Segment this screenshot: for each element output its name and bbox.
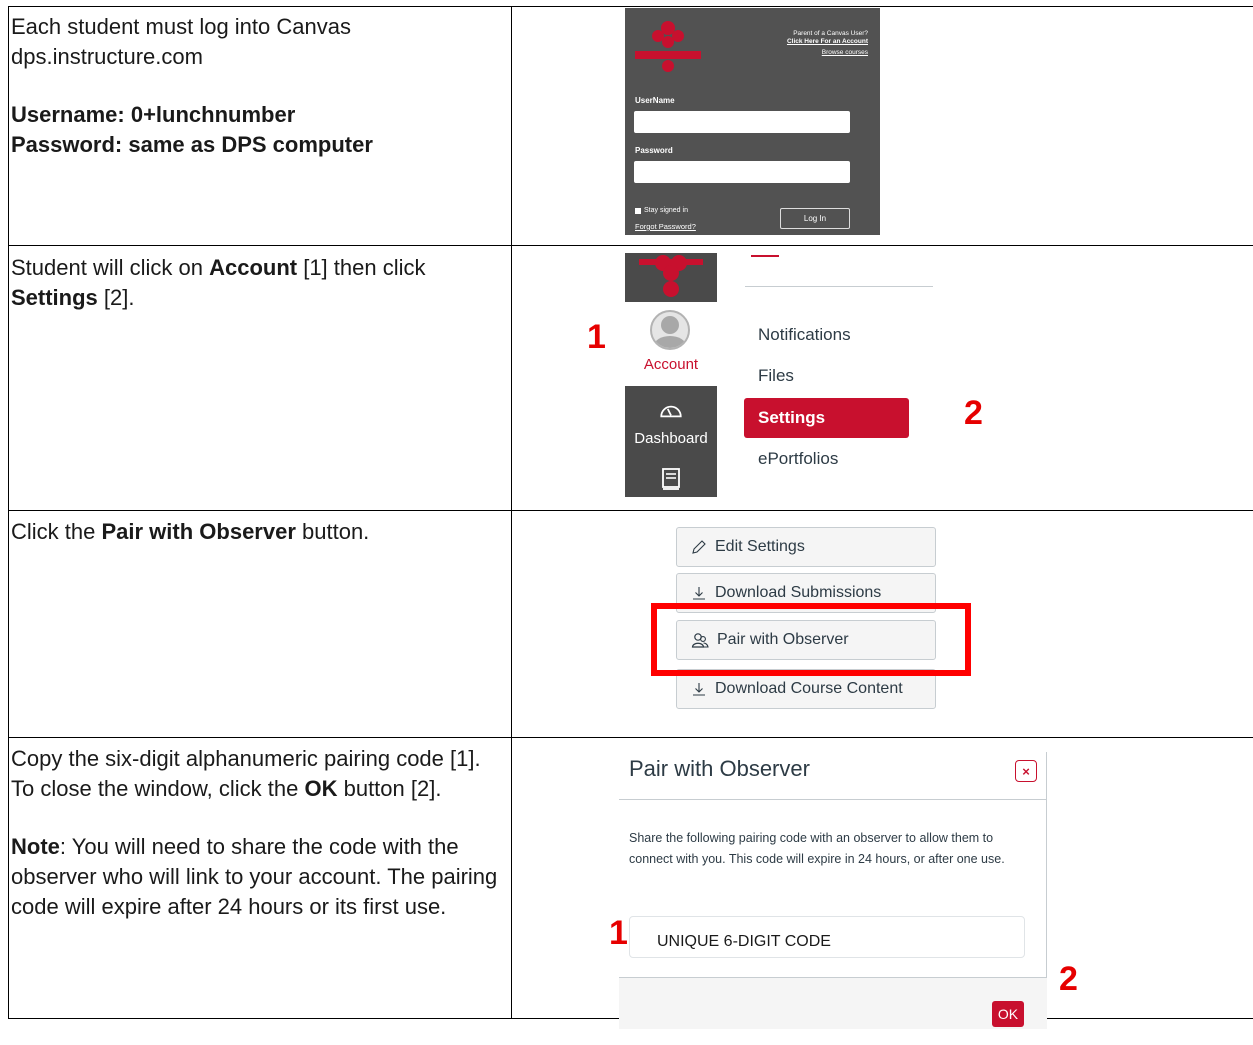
username-input[interactable] (634, 111, 850, 133)
menu-item-files[interactable]: Files (758, 366, 794, 386)
text-run: Each student must log into Canvas dps.in… (11, 14, 351, 69)
instruction-paragraph: Student will click on Account [1] then c… (11, 253, 499, 313)
callout-2: 2 (964, 394, 983, 432)
menu-item-settings[interactable]: Settings (744, 398, 909, 438)
modal-divider (619, 799, 1047, 800)
callout-1: 1 (609, 914, 628, 952)
text-run: Click the (11, 519, 102, 544)
password-input[interactable] (634, 161, 850, 183)
bold-text: Settings (11, 285, 98, 310)
stay-signed-in-label: Stay signed in (644, 207, 688, 214)
modal-description: Share the following pairing code with an… (629, 831, 1005, 866)
instruction-paragraph: Copy the six-digit alphanumeric pairing … (11, 744, 499, 804)
text-run: : You will need to share the code with t… (11, 834, 498, 919)
bold-text: OK (304, 776, 338, 801)
bold-text: Account (209, 255, 298, 280)
download-course-content-label: Download Course Content (715, 680, 903, 697)
instruction-cell-account: Student will click on Account [1] then c… (11, 253, 499, 313)
table-border-left (8, 6, 9, 1019)
instruction-cell-login: Each student must log into Canvas dps.in… (11, 12, 499, 160)
instruction-paragraph: Note: You will need to share the code wi… (11, 832, 499, 922)
callout-1: 1 (587, 318, 606, 356)
avatar (650, 310, 690, 350)
nav-logo-area (625, 253, 717, 302)
parent-account-link[interactable]: Click Here For an Account (787, 38, 868, 46)
download-icon (693, 587, 705, 600)
instruction-paragraph: Click the Pair with Observer button. (11, 517, 499, 547)
menu-item-notifications[interactable]: Notifications (758, 325, 851, 345)
modal-title: Pair with Observer (629, 756, 810, 781)
text-run: button [2]. (337, 776, 442, 801)
pencil-icon (692, 540, 706, 554)
download-icon (693, 683, 705, 696)
row-divider-2 (8, 510, 1253, 511)
modal-edge (1046, 752, 1047, 1001)
pair-modal: Pair with Observer × Share the following… (619, 752, 1047, 1029)
text-run: button. (295, 519, 370, 544)
nav-lower: Dashboard (625, 386, 717, 497)
download-submissions-label: Download Submissions (715, 584, 882, 601)
stay-signed-in-checkbox[interactable]: Stay signed in (635, 207, 688, 214)
login-panel: Parent of a Canvas User? Click Here For … (625, 8, 880, 235)
instruction-cell-pairing-code: Copy the six-digit alphanumeric pairing … (11, 744, 499, 922)
close-icon[interactable]: × (1015, 760, 1037, 782)
text-run: [1] then click (297, 255, 426, 280)
instruction-paragraph: Each student must log into Canvas dps.in… (11, 12, 499, 72)
text-run: Student will click on (11, 255, 210, 280)
forgot-password-link[interactable]: Forgot Password? (635, 222, 696, 231)
instruction-paragraph: Password: same as DPS computer (11, 130, 499, 160)
column-divider (511, 6, 512, 1019)
bold-text: Note (11, 834, 60, 859)
dps-logo-icon (639, 255, 703, 297)
row-divider-1 (8, 245, 1253, 246)
menu-item-eportfolios[interactable]: ePortfolios (758, 449, 838, 469)
pairing-code-field[interactable]: UNIQUE 6-DIGIT CODE (629, 916, 1025, 958)
parent-question: Parent of a Canvas User? (793, 30, 868, 37)
bold-text: Pair with Observer (101, 519, 296, 544)
courses-icon[interactable] (659, 466, 683, 492)
nav-account-label: Account (643, 356, 699, 373)
edit-settings-label: Edit Settings (715, 538, 805, 555)
highlight-box (651, 603, 971, 676)
text-run: [2]. (97, 285, 135, 310)
bold-text: Password: same as DPS computer (11, 132, 373, 157)
nav-account[interactable]: Account (625, 310, 717, 386)
table-border-top (8, 6, 1253, 7)
dps-logo-icon (635, 21, 701, 72)
row-divider-3 (8, 737, 1253, 738)
callout-2: 2 (1059, 960, 1078, 998)
instruction-cell-pair-button: Click the Pair with Observer button. (11, 517, 499, 547)
password-label: Password (635, 146, 673, 155)
browse-courses-link[interactable]: Browse courses (787, 49, 868, 57)
bold-text: Username: 0+lunchnumber (11, 102, 296, 127)
login-button[interactable]: Log In (780, 208, 850, 229)
menu-divider (745, 286, 933, 287)
dashboard-icon (660, 405, 682, 418)
edit-settings-button[interactable]: Edit Settings (676, 527, 936, 567)
parent-account-links: Parent of a Canvas User? Click Here For … (787, 30, 868, 57)
username-label: UserName (635, 96, 675, 105)
instruction-paragraph: Username: 0+lunchnumber (11, 100, 499, 130)
checkbox-icon (635, 207, 641, 214)
modal-footer: OK (619, 977, 1047, 1029)
nav-dashboard[interactable]: Dashboard (625, 430, 717, 447)
active-indicator (751, 255, 779, 257)
ok-button[interactable]: OK (992, 1001, 1024, 1027)
